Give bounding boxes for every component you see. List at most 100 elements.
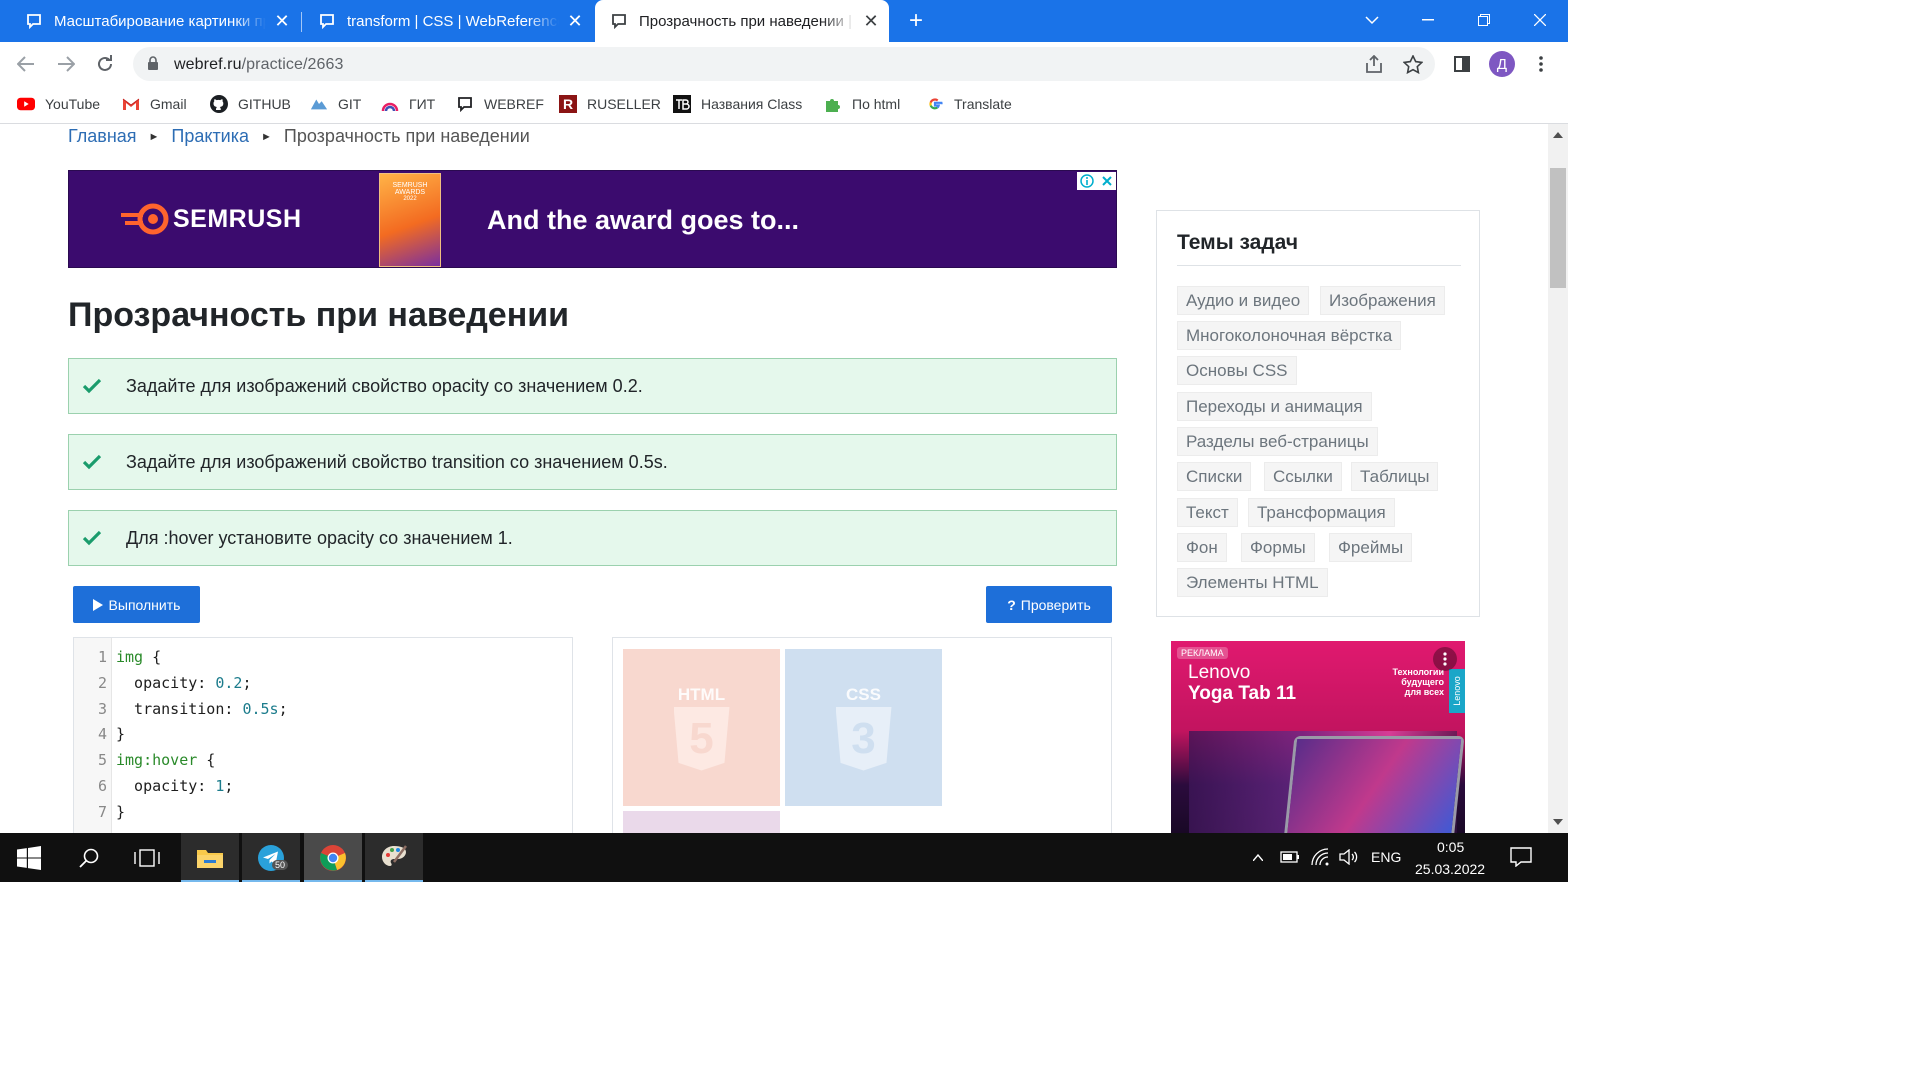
breadcrumb-home[interactable]: Главная	[68, 126, 137, 147]
topic-chip[interactable]: Фреймы	[1329, 533, 1413, 562]
tab-search-icon[interactable]	[1360, 8, 1384, 32]
reload-icon[interactable]	[93, 52, 117, 76]
topic-chip[interactable]: Аудио и видео	[1177, 286, 1310, 315]
clock-date[interactable]: 25.03.2022	[1415, 861, 1485, 877]
bookmark-label: Названия Class	[701, 96, 803, 112]
breadcrumb-practice[interactable]: Практика	[171, 126, 249, 147]
award-line1: SEMRUSH	[392, 182, 428, 189]
webref-favicon-icon	[612, 14, 626, 29]
topic-chip[interactable]: Многоколоночная вёрстка	[1177, 321, 1402, 350]
close-tab-icon[interactable]: ✕	[567, 12, 583, 30]
bookmark-label: Gmail	[150, 96, 187, 112]
bookmark-gmail[interactable]: Gmail	[122, 94, 187, 114]
html5-logo-image[interactable]: HTML 5	[623, 649, 780, 806]
topic-chip[interactable]: Трансформация	[1248, 498, 1395, 527]
browser-tab[interactable]: Масштабирование картинки пр ✕	[0, 0, 300, 42]
lenovo-brand: Lenovo	[1188, 662, 1251, 683]
ad-options-icon[interactable]	[1433, 647, 1457, 671]
run-button-label: Выполнить	[108, 596, 181, 613]
chrome-app[interactable]	[304, 833, 362, 882]
bookmark-webref[interactable]: WEBREF	[456, 94, 544, 114]
topic-chip[interactable]: Фон	[1177, 533, 1227, 562]
new-tab-button[interactable]: +	[904, 7, 928, 34]
bookmark-html[interactable]: По html	[824, 94, 900, 114]
scrollbar-thumb[interactable]	[1550, 168, 1566, 288]
telegram-badge: 50	[272, 860, 289, 870]
close-tab-icon[interactable]: ✕	[274, 12, 290, 30]
scroll-down-icon[interactable]	[1553, 819, 1563, 825]
input-language[interactable]: ENG	[1371, 849, 1401, 865]
line-number-gutter: 1 2 3 4 5 6 7	[74, 638, 112, 833]
topic-chip[interactable]: Таблицы	[1351, 462, 1439, 491]
browser-tab[interactable]: transform | CSS | WebReference ✕	[293, 0, 593, 42]
code-semicolon: ;	[278, 700, 288, 718]
code-editor[interactable]: 1 2 3 4 5 6 7 img { opacity: 0.2; transi…	[73, 637, 573, 833]
bookmark-ruseller[interactable]: R RUSELLER	[559, 94, 661, 114]
bookmark-translate[interactable]: Translate	[926, 94, 1012, 114]
topic-chip[interactable]: Формы	[1241, 533, 1315, 562]
semrush-ad-banner[interactable]: SEMRUSH SEMRUSH AWARDS 2022 And the awar…	[68, 170, 1117, 268]
topic-chip[interactable]: Основы CSS	[1177, 356, 1297, 385]
volume-icon[interactable]	[1339, 849, 1359, 865]
result-preview: HTML 5 CSS 3	[612, 637, 1112, 833]
tab-title: Прозрачность при наведении |	[639, 12, 852, 30]
running-indicator	[181, 880, 239, 882]
topic-chip[interactable]: Разделы веб-страницы	[1177, 427, 1378, 456]
code-property: opacity:	[116, 777, 216, 795]
bookmark-star-icon[interactable]	[1401, 52, 1425, 76]
back-arrow-icon[interactable]	[14, 52, 38, 76]
side-panel-icon[interactable]	[1450, 52, 1474, 76]
bookmark-github[interactable]: GITHUB	[210, 94, 291, 114]
minimize-icon[interactable]	[1416, 8, 1440, 32]
restore-icon[interactable]	[1472, 8, 1496, 32]
start-button[interactable]	[0, 833, 58, 882]
browser-tab-active[interactable]: Прозрачность при наведении | ✕	[595, 0, 889, 42]
bookmark-git[interactable]: GIT	[310, 94, 361, 114]
more-menu-icon[interactable]	[1529, 52, 1553, 76]
run-button[interactable]: Выполнить	[73, 586, 200, 623]
topic-chip[interactable]: Переходы и анимация	[1177, 392, 1372, 421]
tab-title: transform | CSS | WebReference	[347, 12, 559, 30]
lock-icon[interactable]	[147, 56, 159, 71]
css-logo-number: 3	[851, 713, 876, 763]
paint-app[interactable]	[365, 833, 423, 882]
third-logo-image[interactable]	[623, 811, 780, 833]
battery-icon[interactable]	[1280, 850, 1300, 864]
notifications-icon[interactable]	[1510, 847, 1532, 867]
scroll-up-icon[interactable]	[1553, 132, 1563, 138]
adchoices-icon[interactable]	[1077, 172, 1097, 190]
url-text[interactable]: webref.ru/practice/2663	[174, 56, 344, 74]
task-view-button[interactable]	[118, 833, 176, 882]
bookmark-class-names[interactable]: Названия Class	[673, 94, 802, 114]
topic-chip[interactable]: Элементы HTML	[1177, 568, 1328, 597]
topic-chip[interactable]: Изображения	[1320, 286, 1445, 315]
profile-avatar[interactable]: Д	[1489, 51, 1515, 77]
slogan-line: для всех	[1404, 687, 1444, 697]
topic-chip[interactable]: Ссылки	[1264, 462, 1342, 491]
wifi-icon[interactable]	[1311, 848, 1331, 866]
bookmark-git-ru[interactable]: ГИТ	[381, 94, 435, 114]
code-line: transition: 0.5s;	[116, 700, 288, 718]
css3-logo-image[interactable]: CSS 3	[785, 649, 942, 806]
bookmark-youtube[interactable]: YouTube	[17, 94, 100, 114]
check-button[interactable]: ? Проверить	[986, 586, 1112, 623]
close-ad-icon[interactable]	[1097, 172, 1116, 190]
topic-chip[interactable]: Списки	[1177, 462, 1252, 491]
lenovo-ad-banner[interactable]: РЕКЛАМА Lenovo Yoga Tab 11 Технологии бу…	[1171, 641, 1465, 833]
clock-time[interactable]: 0:05	[1437, 839, 1464, 855]
telegram-app[interactable]: 50	[242, 833, 300, 882]
share-icon[interactable]	[1362, 52, 1386, 76]
close-tab-icon[interactable]: ✕	[863, 12, 879, 30]
hidden-icons-chevron-icon[interactable]	[1253, 854, 1263, 861]
search-button[interactable]	[60, 833, 118, 882]
windows-logo-icon	[17, 845, 41, 870]
forward-arrow-icon[interactable]	[54, 52, 78, 76]
topic-chip[interactable]: Текст	[1177, 498, 1238, 527]
html-logo-number: 5	[689, 713, 714, 763]
bookmark-label: GITHUB	[238, 96, 291, 112]
file-explorer-app[interactable]	[181, 833, 239, 882]
task-text: Задайте для изображений свойство opacity…	[126, 375, 643, 396]
close-window-icon[interactable]	[1528, 8, 1552, 32]
running-indicator	[242, 880, 300, 882]
code-property: opacity:	[116, 674, 216, 692]
